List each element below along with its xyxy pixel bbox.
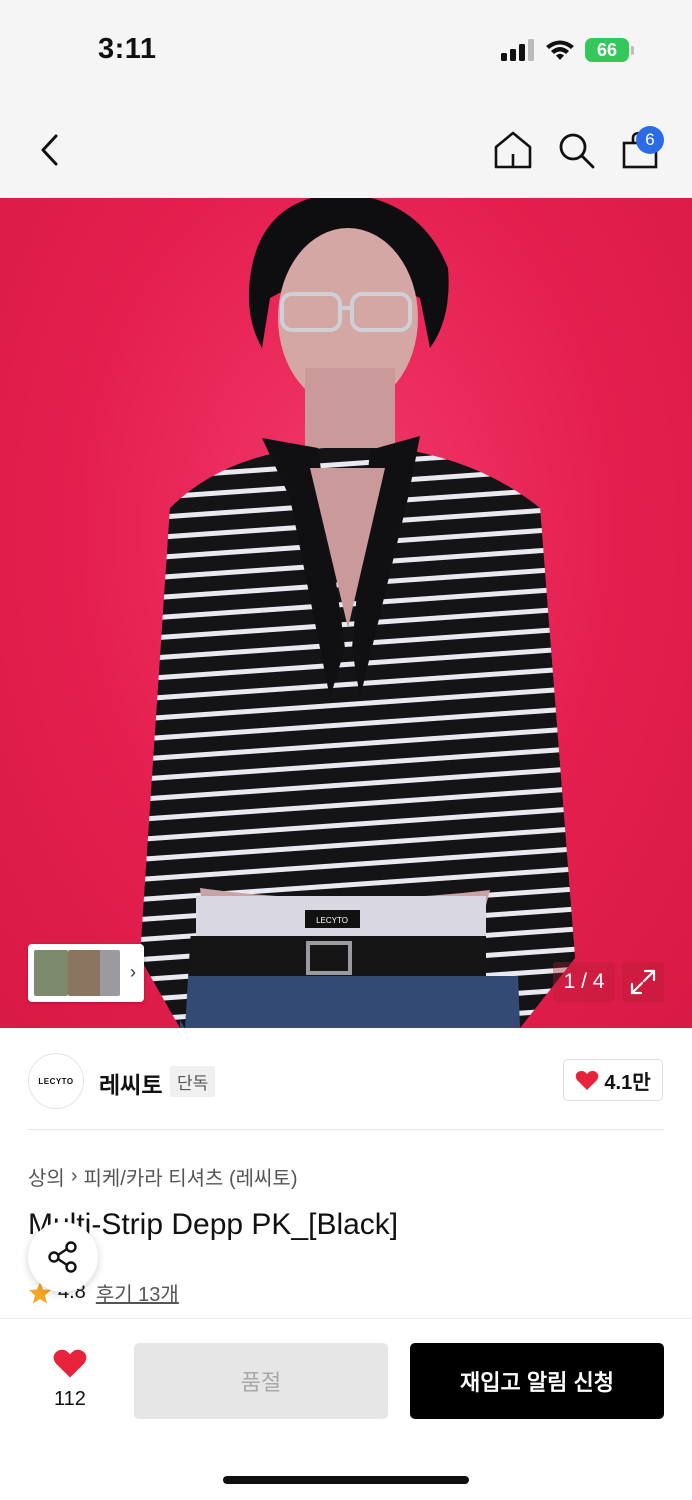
status-indicators: 66: [501, 38, 634, 62]
share-icon: [48, 1241, 77, 1273]
breadcrumb-category[interactable]: 상의: [28, 1162, 65, 1191]
share-button[interactable]: [28, 1222, 98, 1292]
breadcrumb-subcategory[interactable]: 피케/카라 티셔츠 (레씨토): [83, 1162, 297, 1191]
battery-icon: 66: [585, 38, 634, 62]
chevron-right-icon: ›: [70, 1165, 78, 1187]
wifi-icon: [546, 40, 574, 60]
expand-button[interactable]: [622, 962, 664, 1002]
status-time: 3:11: [98, 33, 157, 65]
chevron-right-icon: ›: [130, 962, 136, 982]
back-chevron-icon[interactable]: [34, 130, 68, 170]
model-photo: LECYTO: [140, 198, 575, 1028]
brand-logo[interactable]: LECYTO: [28, 1053, 84, 1109]
wishlist-count: 112: [54, 1388, 86, 1410]
product-image[interactable]: LECYTO: [0, 198, 692, 1028]
breadcrumb: 상의 › 피케/카라 티셔츠 (레씨토): [28, 1162, 297, 1191]
signal-icon: [501, 39, 534, 61]
waistband-logo: LECYTO: [316, 916, 348, 925]
thumbnail-image[interactable]: [68, 950, 102, 996]
brand-row: LECYTO 레씨토 단독 4.1만: [0, 1028, 692, 1130]
wishlist-button[interactable]: 112: [48, 1347, 92, 1411]
heart-icon: [576, 1070, 599, 1090]
nav-bar: [0, 100, 692, 198]
home-indicator: [223, 1476, 469, 1484]
heart-icon: [53, 1349, 87, 1378]
thumbnail-image[interactable]: [34, 950, 68, 996]
thumbnail-image[interactable]: [100, 950, 120, 996]
battery-level: 66: [585, 38, 629, 62]
expand-icon: [630, 969, 656, 995]
image-page-counter: 1 / 4: [553, 962, 615, 1002]
status-bar: 3:11 66: [0, 0, 692, 100]
brand-like-count: 4.1만: [604, 1071, 651, 1094]
thumbnail-strip[interactable]: ›: [28, 944, 144, 1002]
restock-alert-button[interactable]: 재입고 알림 신청: [410, 1343, 664, 1419]
brand-name[interactable]: 레씨토: [99, 1066, 162, 1100]
home-icon[interactable]: [493, 130, 533, 170]
brand-like-button[interactable]: 4.1만: [563, 1059, 663, 1101]
exclusive-badge: 단독: [170, 1066, 216, 1097]
bottom-action-bar: 112 품절 재입고 알림 신청: [0, 1318, 692, 1500]
search-icon[interactable]: [556, 130, 596, 170]
cart-count-badge: 6: [636, 126, 664, 154]
divider: [28, 1129, 664, 1130]
soldout-button: 품절: [134, 1343, 388, 1419]
review-link[interactable]: 후기 13개: [96, 1278, 179, 1307]
